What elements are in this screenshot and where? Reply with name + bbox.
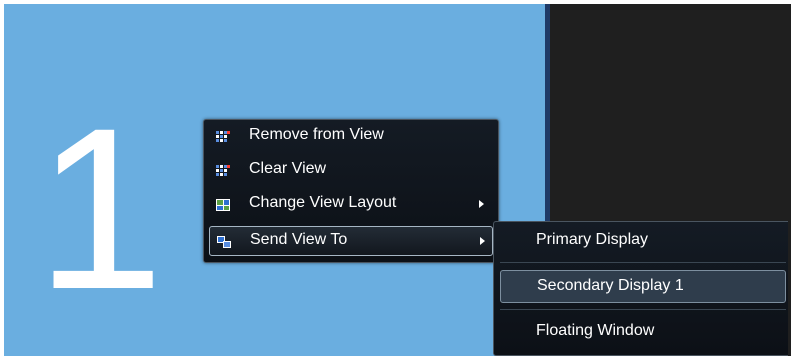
submenu-item-floating-window[interactable]: Floating Window xyxy=(500,316,786,349)
submenu-item-label: Primary Display xyxy=(536,231,649,248)
context-menu: Remove from View Clear View Change View … xyxy=(203,119,499,263)
layout-icon xyxy=(216,199,230,211)
submenu-item-label: Floating Window xyxy=(536,322,655,339)
submenu-arrow-icon xyxy=(479,200,484,208)
menu-item-clear-view[interactable]: Clear View xyxy=(209,156,493,186)
menu-item-label: Change View Layout xyxy=(249,194,397,211)
view-number: 1 xyxy=(36,80,164,337)
grid-view-icon xyxy=(216,165,230,176)
submenu-item-label: Secondary Display 1 xyxy=(537,277,684,294)
send-view-to-submenu: Primary Display Secondary Display 1 Floa… xyxy=(493,221,788,356)
grid-view-icon xyxy=(216,131,230,142)
menu-item-label: Clear View xyxy=(249,160,327,177)
submenu-arrow-icon xyxy=(480,237,485,245)
menu-item-label: Send View To xyxy=(250,231,348,248)
menu-separator xyxy=(500,309,786,310)
menu-separator xyxy=(500,262,786,263)
menu-item-label: Remove from View xyxy=(249,126,384,143)
menu-item-change-view-layout[interactable]: Change View Layout xyxy=(209,190,493,220)
menu-item-remove-from-view[interactable]: Remove from View xyxy=(209,122,493,152)
submenu-item-secondary-display-1[interactable]: Secondary Display 1 xyxy=(500,270,786,303)
menu-item-send-view-to[interactable]: Send View To xyxy=(209,226,493,256)
submenu-item-primary-display[interactable]: Primary Display xyxy=(500,225,786,258)
send-display-icon xyxy=(217,236,231,248)
